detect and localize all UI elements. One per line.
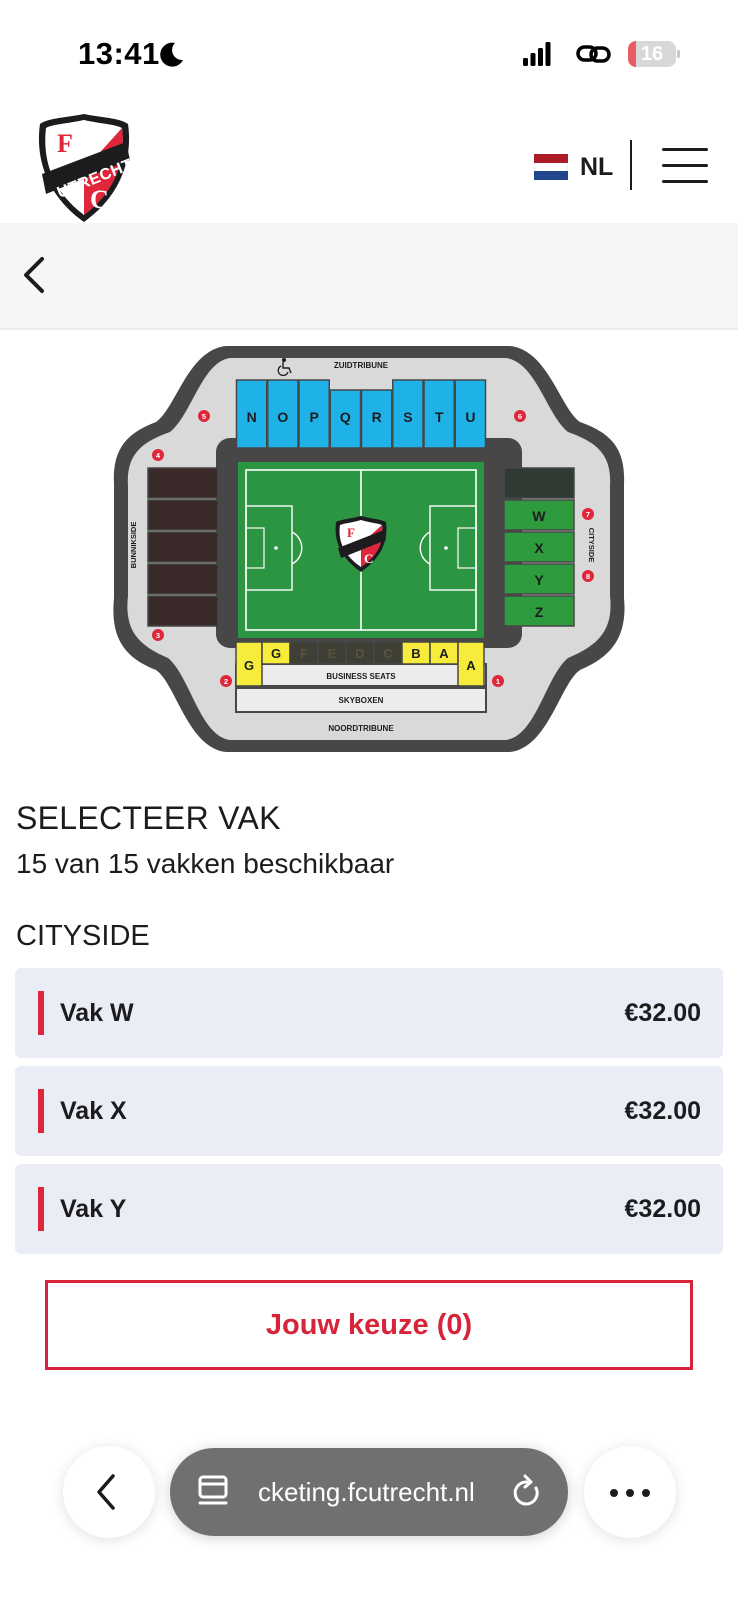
section-label-f: F (300, 646, 308, 661)
section-label-g: G (244, 658, 254, 673)
section-label-q: Q (340, 409, 351, 425)
entrance-label-8: 8 (586, 572, 590, 581)
entrance-label-2: 2 (224, 677, 228, 686)
logo-text-f: F (57, 129, 73, 158)
chevron-left-icon (97, 1474, 115, 1510)
vak-row-y[interactable]: Vak Y €32.00 (15, 1164, 723, 1254)
section-label-o: O (277, 409, 288, 425)
language-code: NL (580, 152, 614, 181)
section-label-a: A (439, 646, 449, 661)
section-west-2[interactable] (147, 531, 219, 563)
section-west-3[interactable] (147, 563, 219, 595)
browser-back-button[interactable] (63, 1446, 155, 1538)
vak-label: Vak X (60, 1097, 127, 1125)
section-label-z: Z (535, 604, 544, 620)
vak-list: Vak W €32.00 Vak X €32.00 Vak Y €32.00 (15, 968, 723, 1262)
browser-toolbar: cketing.fcutrecht.nl (0, 1440, 738, 1550)
tabs-icon[interactable] (198, 1475, 230, 1509)
section-label-s: S (403, 409, 412, 425)
entrance-label-5: 5 (202, 412, 206, 421)
section-label-a: A (466, 658, 476, 673)
status-time: 13:41 (78, 36, 160, 71)
entrance-label-1: 1 (496, 677, 500, 686)
section-label-w: W (532, 508, 546, 524)
header-divider (630, 140, 632, 190)
svg-text:C: C (364, 551, 373, 566)
site-header: F UTRECHT C NL (0, 100, 738, 223)
url-text: cketing.fcutrecht.nl (258, 1477, 475, 1507)
back-bar (0, 223, 738, 330)
section-west-1[interactable] (147, 499, 219, 531)
vak-price: €32.00 (624, 1195, 701, 1223)
skybox-label: SKYBOXEN (339, 696, 384, 705)
section-label-p: P (309, 409, 318, 425)
section-label-c: C (383, 646, 393, 661)
status-bar: 13:41 16 (0, 0, 738, 100)
vak-price: €32.00 (624, 999, 701, 1027)
link-icon (576, 45, 611, 63)
entrance-label-7: 7 (586, 510, 590, 519)
vak-row-w[interactable]: Vak W €32.00 (15, 968, 723, 1058)
entrance-label-3: 3 (156, 631, 160, 640)
section-label-x: X (534, 540, 544, 556)
section-west-0[interactable] (147, 467, 219, 499)
section-label-t: T (435, 409, 444, 425)
signal-icon (523, 42, 551, 66)
chevron-left-icon[interactable] (20, 253, 50, 297)
stand-label-west: BUNNIKSIDE (129, 522, 138, 569)
language-switcher[interactable]: NL (534, 152, 613, 182)
logo-text-c: C (90, 185, 109, 214)
url-bar[interactable]: cketing.fcutrecht.nl (170, 1448, 568, 1536)
section-label-e: E (328, 646, 337, 661)
section-label-b: B (411, 646, 420, 661)
more-icon (610, 1489, 650, 1497)
fc-utrecht-logo[interactable]: F UTRECHT C (34, 112, 134, 224)
stand-label-east: CITYSIDE (587, 528, 596, 563)
vak-accent-bar (38, 1089, 44, 1133)
vak-price: €32.00 (624, 1097, 701, 1125)
stand-label-south: ZUIDTRIBUNE (334, 361, 389, 370)
section-label-n: N (247, 409, 257, 425)
section-label-r: R (372, 409, 382, 425)
page-title: SELECTEER VAK (16, 800, 281, 836)
battery-level: 16 (640, 43, 664, 65)
moon-icon (160, 42, 183, 67)
section-label-y: Y (534, 572, 544, 588)
section-label-u: U (465, 409, 475, 425)
more-button[interactable] (584, 1446, 676, 1538)
svg-text:F: F (347, 525, 355, 540)
vak-row-x[interactable]: Vak X €32.00 (15, 1066, 723, 1156)
entrance-label-6: 6 (518, 412, 522, 421)
section-group-title: CITYSIDE (16, 920, 150, 952)
stand-label-north: NOORDTRIBUNE (328, 724, 394, 733)
stadium-map: F C ZUIDTRIBUNE NOORDTRIBUNE BUNNIKSIDE … (113, 346, 625, 752)
section-east-0[interactable] (503, 467, 575, 499)
hamburger-menu-icon[interactable] (662, 148, 708, 184)
section-label-d: D (355, 646, 364, 661)
section-west-4[interactable] (147, 595, 219, 627)
vak-accent-bar (38, 991, 44, 1035)
reload-icon[interactable] (512, 1474, 544, 1510)
availability-text: 15 van 15 vakken beschikbaar (16, 848, 395, 879)
dutch-flag-icon (534, 154, 568, 181)
vak-accent-bar (38, 1187, 44, 1231)
battery-icon: 16 (628, 41, 680, 67)
section-label-g: G (271, 646, 281, 661)
your-choice-button[interactable]: Jouw keuze (0) (45, 1280, 693, 1370)
vak-label: Vak Y (60, 1195, 127, 1223)
vak-label: Vak W (60, 999, 134, 1027)
business-seats-label: BUSINESS SEATS (326, 672, 396, 681)
